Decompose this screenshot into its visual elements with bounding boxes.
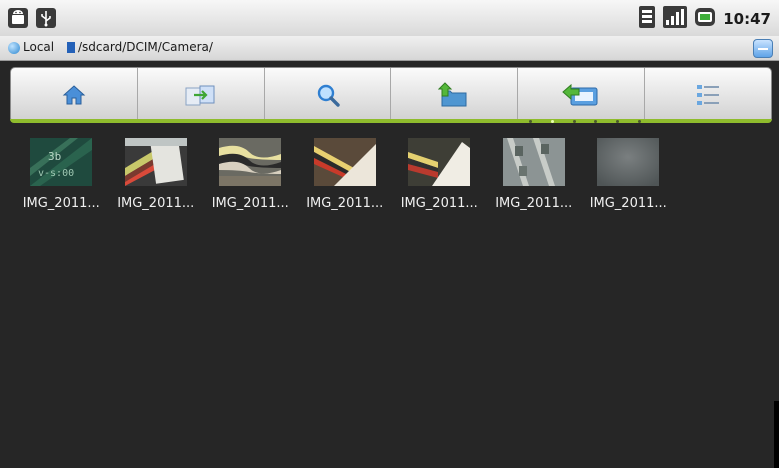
notification-area[interactable]	[8, 8, 56, 28]
list-view-icon	[697, 85, 720, 105]
file-grid: 3b v-s:00 IMG_2011... IMG_2011... IMG_20…	[14, 138, 676, 211]
edge-artifact	[774, 401, 779, 468]
clock: 10:47	[723, 10, 771, 28]
file-item[interactable]: IMG_2011...	[109, 138, 204, 211]
file-name: IMG_2011...	[589, 196, 667, 211]
search-button[interactable]	[265, 68, 392, 122]
svg-text:3b: 3b	[48, 150, 61, 163]
image-thumbnail	[597, 138, 660, 186]
battery-icon	[695, 7, 716, 31]
up-folder-icon	[438, 82, 467, 107]
image-thumbnail	[408, 138, 471, 186]
image-thumbnail: 3b v-s:00	[30, 138, 93, 186]
storage-label[interactable]: Local	[23, 40, 54, 54]
file-name: IMG_2011...	[495, 196, 573, 211]
file-item[interactable]: IMG_2011...	[203, 138, 298, 211]
path-bar: Local /sdcard/DCIM/Camera/	[0, 36, 779, 61]
back-icon	[562, 83, 598, 106]
home-button[interactable]	[11, 68, 138, 122]
sdcard-icon	[67, 42, 75, 53]
android-icon	[8, 8, 28, 28]
svg-text:v-s:00: v-s:00	[38, 168, 74, 179]
file-item[interactable]: IMG_2011...	[487, 138, 582, 211]
wifi-icon	[639, 6, 656, 32]
current-path[interactable]: /sdcard/DCIM/Camera/	[78, 40, 213, 54]
file-name: IMG_2011...	[22, 196, 100, 211]
multi-select-icon	[185, 85, 215, 106]
collapse-button[interactable]	[753, 39, 773, 58]
toolbar-accent	[10, 119, 772, 123]
home-icon	[62, 85, 86, 105]
image-thumbnail	[502, 138, 565, 186]
file-item[interactable]: IMG_2011...	[392, 138, 487, 211]
image-thumbnail	[124, 138, 187, 186]
file-name: IMG_2011...	[211, 196, 289, 211]
up-folder-button[interactable]	[391, 68, 519, 122]
image-thumbnail	[313, 138, 376, 186]
toolbar-page-indicator	[520, 120, 650, 124]
file-item[interactable]: IMG_2011...	[298, 138, 393, 211]
file-name: IMG_2011...	[306, 196, 384, 211]
file-item[interactable]: 3b v-s:00 IMG_2011...	[14, 138, 109, 211]
status-bar: 10:47	[0, 0, 779, 37]
back-button[interactable]	[518, 68, 646, 122]
local-storage-icon[interactable]	[8, 42, 20, 54]
list-view-button[interactable]	[645, 68, 771, 122]
multi-select-button[interactable]	[138, 68, 265, 122]
usb-icon	[36, 8, 56, 28]
signal-icon	[663, 6, 688, 32]
file-name: IMG_2011...	[117, 196, 195, 211]
search-icon	[317, 84, 340, 107]
image-thumbnail	[219, 138, 282, 186]
toolbar	[10, 67, 772, 123]
file-item[interactable]: IMG_2011...	[581, 138, 676, 211]
file-name: IMG_2011...	[400, 196, 478, 211]
